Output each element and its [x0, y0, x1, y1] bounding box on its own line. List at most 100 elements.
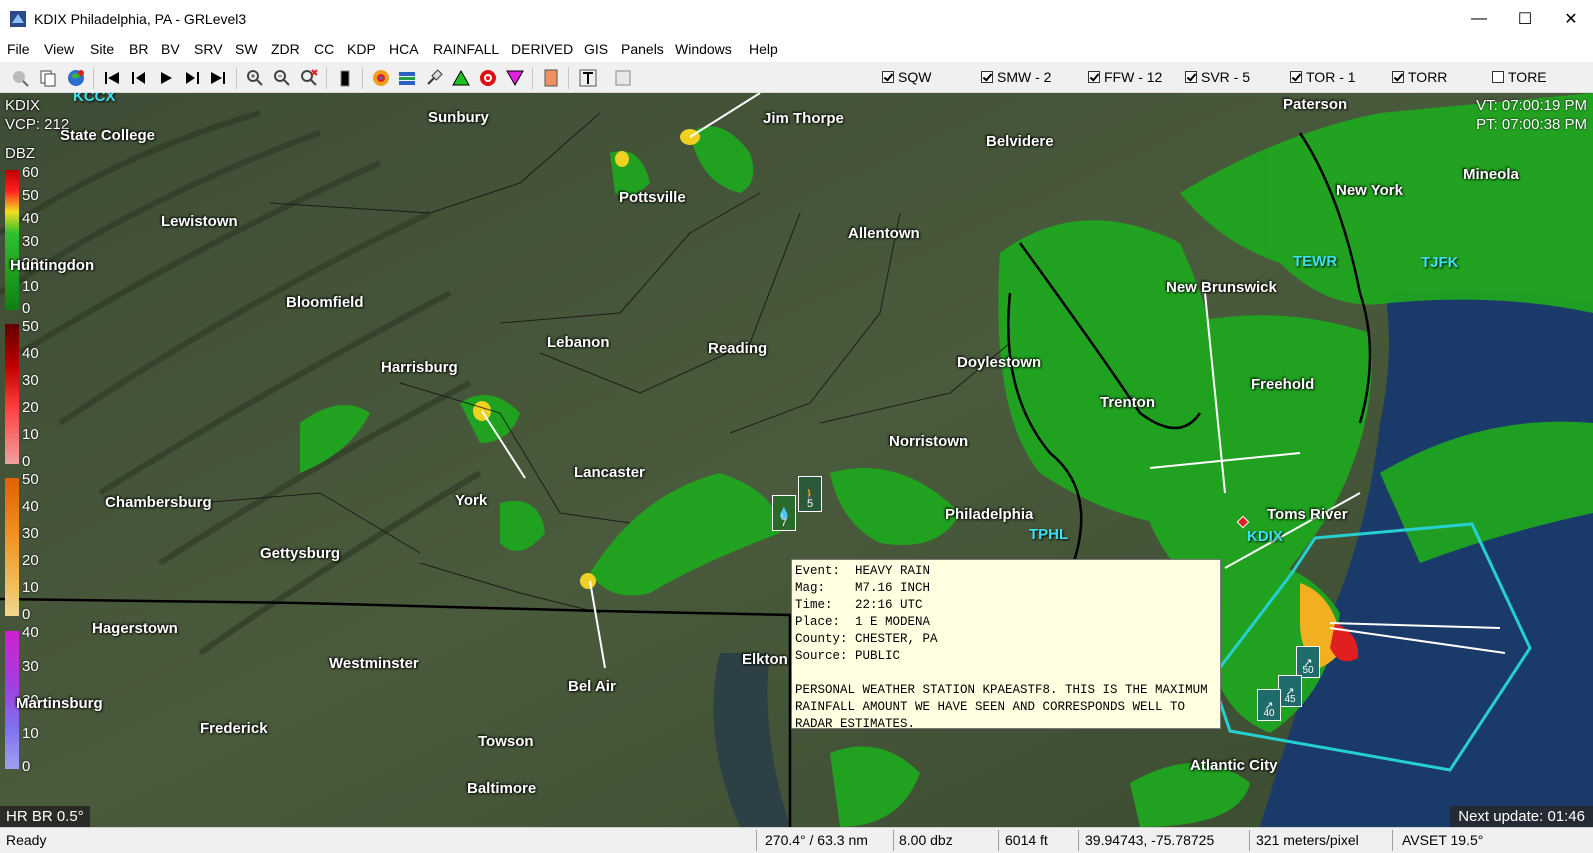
menu-gis[interactable]: GIS — [584, 41, 608, 57]
city-label: Pottsville — [619, 189, 686, 206]
empty-square-icon — [615, 70, 631, 86]
time-readout: VT: 07:00:19 PM PT: 07:00:38 PM — [1476, 96, 1587, 134]
scale-label: 0 — [22, 300, 31, 317]
checkbox-icon — [1185, 71, 1197, 83]
scale-label: 40 — [22, 345, 39, 362]
pin-button[interactable] — [424, 68, 444, 88]
text-t-icon — [579, 69, 597, 87]
radar-map[interactable]: KDIX VCP: 212 DBZ VT: 07:00:19 PM PT: 07… — [0, 93, 1593, 827]
warning-toggle-sqw[interactable]: SQW — [882, 69, 931, 85]
marker-value: 45 — [1284, 694, 1296, 705]
triangle-marker-button[interactable] — [451, 68, 471, 88]
menu-bv[interactable]: BV — [161, 41, 180, 57]
warning-toggle-torr[interactable]: TORR — [1392, 69, 1447, 85]
menu-site[interactable]: Site — [90, 41, 114, 57]
red-circle-icon — [480, 70, 496, 86]
maximize-button[interactable]: ☐ — [1502, 0, 1548, 38]
menu-file[interactable]: File — [7, 41, 30, 57]
rain-report-marker[interactable]: 💧 7 — [772, 495, 796, 531]
scale-label: 60 — [22, 164, 39, 181]
menu-hca[interactable]: HCA — [389, 41, 419, 57]
menu-br[interactable]: BR — [129, 41, 148, 57]
blank-button[interactable] — [613, 68, 633, 88]
popup-county: County: CHESTER, PA — [795, 632, 938, 646]
pan-button[interactable] — [10, 68, 30, 88]
warning-toggle-tor[interactable]: TOR - 1 — [1290, 69, 1356, 85]
first-frame-button[interactable] — [102, 68, 122, 88]
marker-value: 40 — [1263, 708, 1275, 719]
minimize-button[interactable]: — — [1456, 0, 1502, 38]
menu-zdr[interactable]: ZDR — [271, 41, 300, 57]
color-scale-2 — [5, 324, 19, 464]
inverted-triangle-button[interactable] — [505, 68, 525, 88]
status-azimuth: 270.4° / 63.3 nm — [765, 832, 868, 848]
color-table-button[interactable] — [335, 68, 355, 88]
menu-srv[interactable]: SRV — [194, 41, 223, 57]
city-label: Westminster — [329, 655, 419, 672]
palette-button[interactable] — [541, 68, 561, 88]
copy-button[interactable] — [38, 68, 58, 88]
popup-remarks: PERSONAL WEATHER STATION KPAEASTF8. THIS… — [795, 683, 1208, 731]
status-dbz: 8.00 dbz — [899, 832, 953, 848]
zoom-reset-button[interactable] — [299, 68, 319, 88]
scale-unit: DBZ — [5, 145, 35, 162]
wind-report-marker[interactable]: ↗ 50 — [1296, 646, 1320, 678]
wind-report-marker[interactable]: ↗ 45 — [1278, 675, 1302, 707]
warning-toggle-ffw[interactable]: FFW - 12 — [1088, 69, 1162, 85]
scale-label: 30 — [22, 233, 39, 250]
close-button[interactable]: ✕ — [1548, 0, 1593, 38]
play-button[interactable] — [156, 68, 176, 88]
site-label: KDIX — [1247, 528, 1283, 545]
status-bar: Ready 270.4° / 63.3 nm 8.00 dbz 6014 ft … — [0, 827, 1593, 853]
city-label: Atlantic City — [1190, 757, 1278, 774]
menu-windows[interactable]: Windows — [675, 41, 732, 57]
menu-view[interactable]: View — [44, 41, 74, 57]
menu-rainfall[interactable]: RAINFALL — [433, 41, 499, 57]
maximize-icon: ☐ — [1517, 11, 1533, 28]
zoom-in-icon — [247, 70, 263, 86]
city-label: Allentown — [848, 225, 920, 242]
site-label: TPHL — [1029, 526, 1069, 543]
step-back-icon — [132, 72, 145, 84]
city-label: Harrisburg — [381, 359, 458, 376]
city-label: Lebanon — [547, 334, 610, 351]
warning-label: TORR — [1408, 69, 1448, 85]
menu-help[interactable]: Help — [749, 41, 778, 57]
last-frame-button[interactable] — [208, 68, 228, 88]
wind-report-marker[interactable]: ↗ 40 — [1257, 689, 1281, 721]
prev-frame-button[interactable] — [129, 68, 149, 88]
spotter-report-marker[interactable]: 🚶 5 — [798, 476, 822, 512]
step-forward-icon — [186, 72, 199, 84]
layers-button[interactable] — [397, 68, 417, 88]
city-label: Doylestown — [957, 354, 1042, 371]
zoom-out-button[interactable] — [272, 68, 292, 88]
menu-sw[interactable]: SW — [235, 41, 258, 57]
copy-icon — [40, 70, 56, 87]
city-label: Paterson — [1283, 96, 1348, 113]
color-scale-1 — [5, 170, 19, 310]
warning-toggle-tore[interactable]: TORE — [1492, 69, 1547, 85]
menu-kdp[interactable]: KDP — [347, 41, 376, 57]
color-bar-icon — [340, 70, 350, 87]
menu-derived[interactable]: DERIVED — [511, 41, 573, 57]
storm-button[interactable] — [371, 68, 391, 88]
scale-label: 10 — [22, 426, 39, 443]
menu-cc[interactable]: CC — [314, 41, 334, 57]
warning-toggle-smw[interactable]: SMW - 2 — [981, 69, 1051, 85]
zoom-in-button[interactable] — [245, 68, 265, 88]
site-label: TEWR — [1293, 253, 1338, 270]
city-label: Toms River — [1267, 506, 1348, 523]
city-label: Bel Air — [568, 678, 616, 695]
globe-button[interactable] — [66, 68, 86, 88]
menu-panels[interactable]: Panels — [621, 41, 664, 57]
circle-marker-button[interactable] — [478, 68, 498, 88]
green-triangle-icon — [452, 69, 470, 86]
text-button[interactable] — [578, 68, 598, 88]
scale-label: 50 — [22, 318, 39, 335]
scale-label: 0 — [22, 453, 31, 470]
next-frame-button[interactable] — [182, 68, 202, 88]
scale-label: 0 — [22, 606, 31, 623]
city-label: New Brunswick — [1166, 279, 1277, 296]
city-label: Baltimore — [467, 780, 537, 797]
warning-toggle-svr[interactable]: SVR - 5 — [1185, 69, 1250, 85]
